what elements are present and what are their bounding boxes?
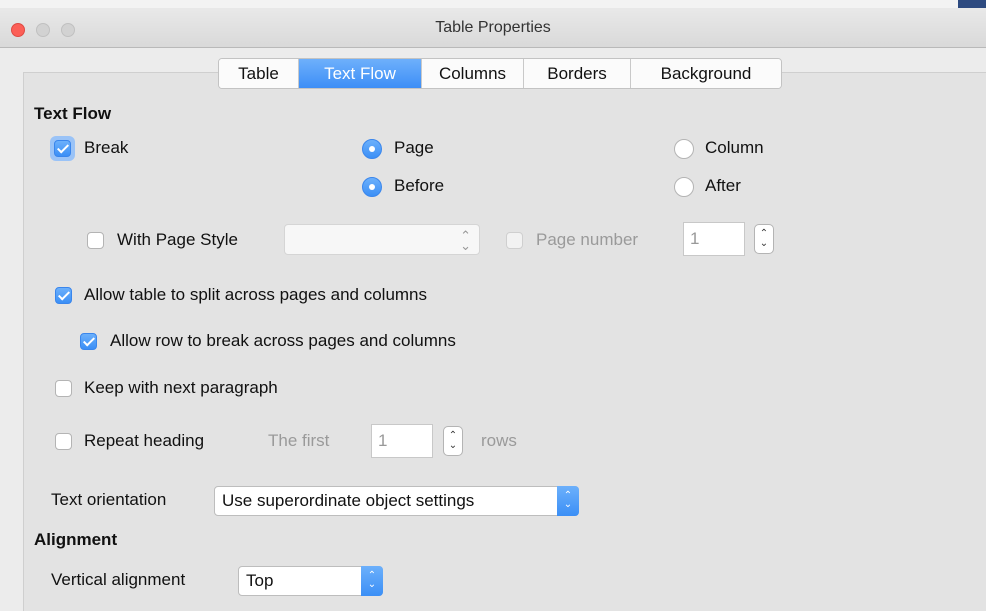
- keep-with-next-label: Keep with next paragraph: [84, 378, 278, 397]
- allow-row-break-label: Allow row to break across pages and colu…: [110, 331, 456, 350]
- tab-table[interactable]: Table: [219, 59, 299, 88]
- repeat-rows-field[interactable]: 1: [371, 424, 433, 458]
- page-number-field[interactable]: 1: [683, 222, 745, 256]
- repeat-rows-stepper[interactable]: ⌃ ⌄: [443, 426, 463, 456]
- page-radio[interactable]: [362, 139, 382, 159]
- rows-label: rows: [481, 431, 517, 450]
- tab-borders[interactable]: Borders: [524, 59, 631, 88]
- up-down-arrows-icon: ⌃ ⌄: [557, 486, 579, 516]
- vertical-alignment-value: Top: [246, 571, 274, 590]
- text-orientation-value: Use superordinate object settings: [222, 491, 475, 510]
- title-bar-top-strip: [0, 0, 986, 8]
- allow-split-label: Allow table to split across pages and co…: [84, 285, 428, 304]
- vertical-alignment-select[interactable]: Top ⌃ ⌄: [238, 566, 383, 596]
- title-bar: Table Properties: [0, 0, 986, 48]
- with-page-style-label: With Page Style: [117, 230, 238, 249]
- repeat-heading-checkbox[interactable]: [55, 433, 72, 450]
- tab-columns[interactable]: Columns: [422, 59, 524, 88]
- text-orientation-select[interactable]: Use superordinate object settings ⌃ ⌄: [214, 486, 579, 516]
- page-radio-label: Page: [394, 138, 434, 157]
- page-number-checkbox[interactable]: [506, 232, 523, 249]
- window-title: Table Properties: [435, 19, 551, 36]
- the-first-label: The first: [268, 431, 330, 450]
- tab-bar: Table Text Flow Columns Borders Backgrou…: [218, 58, 782, 89]
- allow-split-checkbox[interactable]: [55, 287, 72, 304]
- text-orientation-label: Text orientation: [51, 490, 167, 509]
- after-radio[interactable]: [674, 177, 694, 197]
- page-number-stepper[interactable]: ⌃ ⌄: [754, 224, 774, 254]
- column-radio-label: Column: [705, 138, 764, 157]
- repeat-heading-label: Repeat heading: [84, 431, 205, 450]
- break-checkbox[interactable]: [54, 140, 71, 157]
- text-flow-heading: Text Flow: [34, 104, 112, 123]
- tab-text-flow[interactable]: Text Flow: [299, 59, 422, 88]
- vertical-alignment-label: Vertical alignment: [51, 570, 186, 589]
- before-radio[interactable]: [362, 177, 382, 197]
- alignment-heading: Alignment: [34, 530, 118, 549]
- allow-row-break-checkbox[interactable]: [80, 333, 97, 350]
- after-radio-label: After: [705, 176, 741, 195]
- up-down-arrows-icon: ⌃ ⌄: [460, 228, 471, 253]
- background-window-edge: [958, 0, 986, 8]
- with-page-style-checkbox[interactable]: [87, 232, 104, 249]
- page-style-select[interactable]: ⌃ ⌄: [284, 224, 480, 255]
- before-radio-label: Before: [394, 176, 445, 195]
- tab-background[interactable]: Background: [631, 59, 781, 88]
- page-number-label: Page number: [536, 230, 639, 249]
- column-radio[interactable]: [674, 139, 694, 159]
- break-label: Break: [84, 138, 129, 157]
- up-down-arrows-icon: ⌃ ⌄: [361, 566, 383, 596]
- keep-with-next-checkbox[interactable]: [55, 380, 72, 397]
